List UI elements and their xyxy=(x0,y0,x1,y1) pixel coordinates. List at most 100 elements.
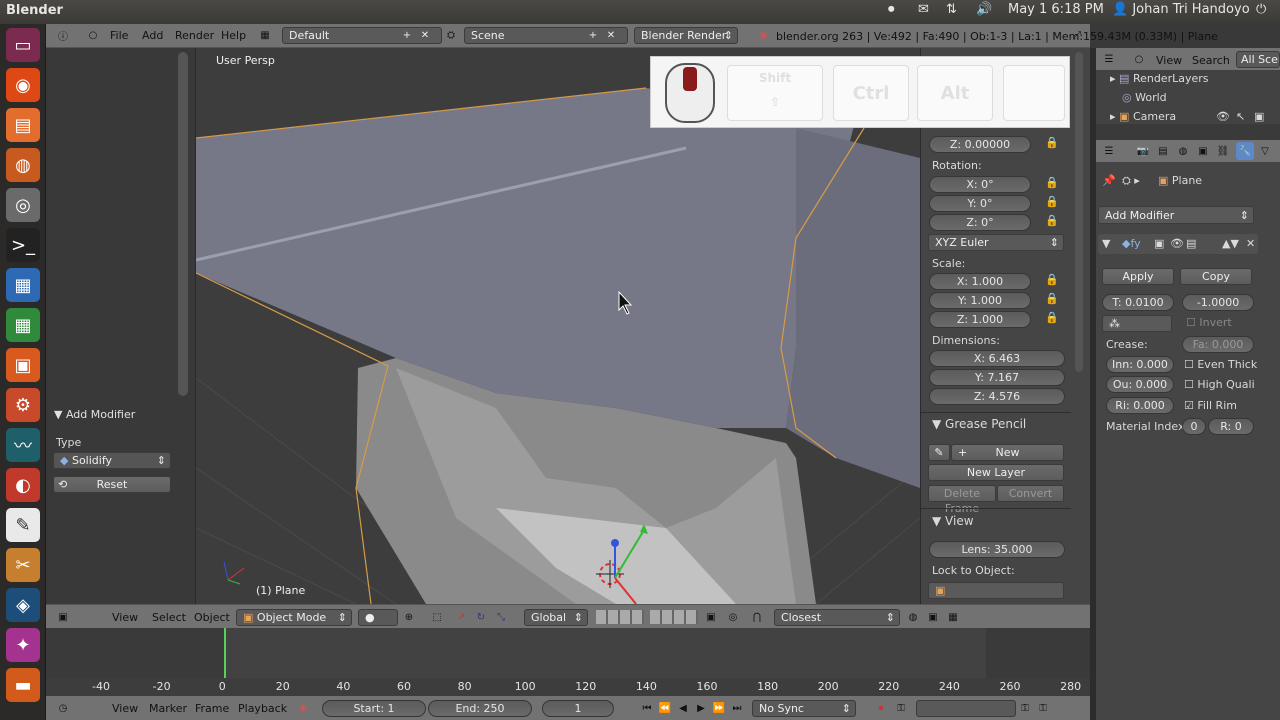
dimension-x-field[interactable]: X: 6.463 xyxy=(929,350,1065,367)
timeline-menu-frame[interactable]: Frame xyxy=(195,702,229,715)
shading-select[interactable]: ● xyxy=(358,609,398,626)
screen-layout-icon[interactable]: ▦ xyxy=(258,28,272,42)
update-icon[interactable]: ▬ xyxy=(6,668,40,702)
timeline-menu-playback[interactable]: Playback xyxy=(238,702,287,715)
rotate-icon[interactable]: ↻ xyxy=(474,610,488,624)
mode-select[interactable]: ▣ Object Mode ⇕ xyxy=(236,609,352,626)
outliner-filter-select[interactable]: All Scene xyxy=(1236,51,1280,68)
delete-keyframe-icon[interactable]: ⚿ xyxy=(1036,701,1050,715)
dimension-z-field[interactable]: Z: 4.576 xyxy=(929,388,1065,405)
add-modifier-select[interactable]: Add Modifier ⇕ xyxy=(1098,206,1254,224)
current-frame-line[interactable] xyxy=(224,628,227,678)
lock-icon[interactable]: 🔒 xyxy=(1045,176,1059,189)
rotation-z-field[interactable]: Z: 0° xyxy=(929,214,1031,231)
play-reverse-icon[interactable]: ◀ xyxy=(676,701,690,715)
scale-x-field[interactable]: X: 1.000 xyxy=(929,273,1031,290)
scene-icon[interactable]: ⛭ xyxy=(444,28,458,42)
cursor-select-icon[interactable]: ↖ xyxy=(1236,110,1245,123)
material-index-field[interactable]: 0 xyxy=(1182,418,1206,435)
properties-editor-icon[interactable]: ☰ xyxy=(1102,144,1116,158)
new-grease-button[interactable]: + New xyxy=(951,444,1064,461)
editor-type-icon[interactable]: ◷ xyxy=(56,701,70,715)
network-icon[interactable]: ⇅ xyxy=(946,2,957,17)
scale-z-field[interactable]: Z: 1.000 xyxy=(929,311,1031,328)
tools-icon[interactable]: ✂ xyxy=(6,548,40,582)
timeline[interactable]: -40 -20 0 20 40 60 80 100 120 140 160 180 200 220 240 2… xyxy=(46,628,1090,696)
lock-icon[interactable]: 🔒 xyxy=(1045,273,1059,286)
user-menu[interactable]: 👤 Johan Tri Handoyo xyxy=(1112,2,1250,17)
keying-set-icon[interactable]: ⚿ xyxy=(894,701,908,715)
timeline-menu-marker[interactable]: Marker xyxy=(149,702,187,715)
modifier-header[interactable]: ▼ ◆fy ▣ 👁 ▤ ▲▼ ✕ xyxy=(1098,234,1258,254)
ubuntu-icon[interactable]: ◉ xyxy=(6,68,40,102)
remove-modifier-icon[interactable]: ✕ xyxy=(1246,237,1255,250)
object-tab-icon[interactable]: ▣ xyxy=(1196,144,1210,158)
calc-icon[interactable]: ▦ xyxy=(6,308,40,342)
menu-help[interactable]: Help xyxy=(221,29,246,42)
editor-type-icon[interactable]: ⓘ xyxy=(56,28,70,43)
new-layer-button[interactable]: New Layer xyxy=(928,464,1064,481)
world-tab-icon[interactable]: ◍ xyxy=(1176,144,1190,158)
show-editmode-icon[interactable]: ▤ xyxy=(1186,237,1196,250)
render-camera-icon[interactable]: ▣ xyxy=(1254,110,1264,123)
keying-set-field[interactable] xyxy=(916,700,1016,717)
outliner-editor-icon[interactable]: ☰ xyxy=(1102,52,1116,66)
layers-tab-icon[interactable]: ▤ xyxy=(1156,144,1170,158)
lens-field[interactable]: Lens: 35.000 xyxy=(929,541,1065,558)
power-icon[interactable]: ⏻ xyxy=(1256,2,1266,17)
sync-mode-select[interactable]: No Sync ⇕ xyxy=(752,700,856,717)
current-frame-field[interactable]: 1 xyxy=(542,700,614,717)
delete-frame-button[interactable]: Delete Frame xyxy=(928,485,996,515)
high-quality-checkbox[interactable]: ☐ High Quali xyxy=(1184,378,1255,391)
remove-layout-icon[interactable]: ✕ xyxy=(418,28,432,42)
reset-button[interactable]: ⟲ Reset xyxy=(53,476,171,493)
opengl-render-icon[interactable]: ▦ xyxy=(946,610,960,624)
layers-grid-2[interactable] xyxy=(650,610,698,624)
volume-icon[interactable]: 🔊 xyxy=(976,2,992,17)
render-tab-icon[interactable]: 📷 xyxy=(1136,144,1150,158)
lock-layers-icon[interactable]: ▣ xyxy=(704,610,718,624)
scale-icon[interactable]: ⤡ xyxy=(494,610,508,624)
start-frame-field[interactable]: Start: 1 xyxy=(322,700,426,717)
render-still-icon[interactable]: ◍ xyxy=(906,610,920,624)
graphics-icon[interactable]: ✦ xyxy=(6,628,40,662)
location-z-field[interactable]: Z: 0.00000 xyxy=(929,136,1031,153)
outliner-menu-search[interactable]: Search xyxy=(1192,54,1230,67)
fill-rim-checkbox[interactable]: ☑ Fill Rim xyxy=(1184,399,1237,412)
expand-icon[interactable]: ▼ xyxy=(1102,237,1110,250)
lock-icon[interactable]: 🔒 xyxy=(1045,311,1059,324)
jump-end-icon[interactable]: ⏭ xyxy=(730,701,744,715)
view-panel-header[interactable]: ▼ View xyxy=(932,514,974,528)
clock[interactable]: May 1 6:18 PM xyxy=(1008,2,1104,17)
more-tab-icon[interactable]: ▽ xyxy=(1258,144,1272,158)
camera-app-icon[interactable]: ◎ xyxy=(6,188,40,222)
snap-magnet-icon[interactable]: ⋂ xyxy=(750,610,764,624)
copy-button[interactable]: Copy xyxy=(1180,268,1252,285)
crease-inner-field[interactable]: Inn: 0.000 xyxy=(1106,356,1174,373)
outliner-item-renderlayers[interactable]: ▸ ▤ RenderLayers xyxy=(1110,72,1209,85)
menu-render[interactable]: Render xyxy=(175,29,214,42)
impress-icon[interactable]: ▣ xyxy=(6,348,40,382)
record-keyframe-icon[interactable]: ⏺ xyxy=(874,701,888,715)
pin-icon[interactable]: 📌 xyxy=(1102,174,1116,187)
render-anim-icon[interactable]: ▣ xyxy=(926,610,940,624)
pivot-icon[interactable]: ⊕ xyxy=(402,610,416,624)
material-rim-field[interactable]: R: 0 xyxy=(1208,418,1254,435)
toolshelf-scrollbar[interactable] xyxy=(178,52,188,396)
rotation-mode-select[interactable]: XYZ Euler ⇕ xyxy=(928,234,1064,251)
rotation-x-field[interactable]: X: 0° xyxy=(929,176,1031,193)
add-scene-icon[interactable]: + xyxy=(586,28,600,42)
dash-icon[interactable]: ▭ xyxy=(6,28,40,62)
lock-icon[interactable]: 🔒 xyxy=(1045,195,1059,208)
text-editor-icon[interactable]: ✎ xyxy=(6,508,40,542)
lock-icon[interactable]: 🔒 xyxy=(1045,292,1059,305)
layers-grid-1[interactable] xyxy=(596,610,644,624)
crease-outer-field[interactable]: Ou: 0.000 xyxy=(1106,376,1174,393)
remove-scene-icon[interactable]: ✕ xyxy=(604,28,618,42)
show-render-icon[interactable]: ▣ xyxy=(1154,237,1164,250)
record-icon[interactable]: ⏺ xyxy=(888,2,895,17)
timeline-menu-view[interactable]: View xyxy=(112,702,138,715)
manipulator-icon[interactable]: ⬚ xyxy=(430,610,444,624)
outliner-hscroll[interactable] xyxy=(1096,124,1280,140)
editor-type-icon[interactable]: ▣ xyxy=(56,610,70,624)
